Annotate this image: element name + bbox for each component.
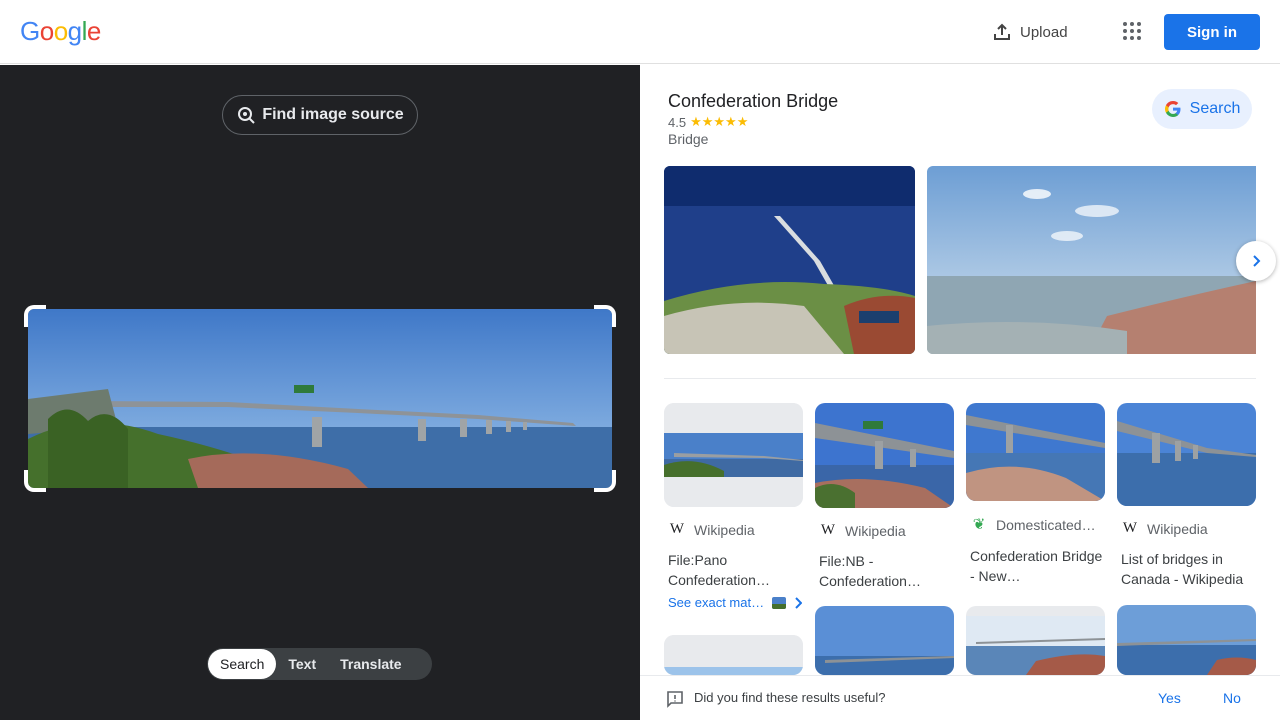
result-title[interactable]: File:NB - Confederation… <box>815 551 954 591</box>
upload-button[interactable]: Upload <box>992 18 1068 46</box>
result-source: W Wikipedia <box>664 521 803 538</box>
entity-rating: 4.5 ★★★★★ <box>668 114 748 130</box>
leaf-icon: ❦ <box>972 517 986 533</box>
mode-translate-tab[interactable]: Translate <box>328 649 413 679</box>
feedback-icon <box>667 691 683 708</box>
result-source: ❦ Domesticated… <box>966 515 1105 534</box>
logo-letter: o <box>39 16 54 46</box>
wikipedia-icon: W <box>669 521 685 537</box>
result-title[interactable]: File:Pano Confederation… <box>664 550 803 590</box>
result-source-label: Wikipedia <box>845 522 906 539</box>
see-exact-matches-label: See exact mat… <box>668 595 765 610</box>
feedback-yes-button[interactable]: Yes <box>1158 690 1181 706</box>
next-arrow-icon[interactable] <box>1236 241 1276 281</box>
rating-value: 4.5 <box>668 114 687 130</box>
lens-search-icon <box>238 107 256 124</box>
google-logo[interactable]: Google <box>20 16 101 47</box>
result-card[interactable] <box>966 606 1105 675</box>
crop-handle-bottom-right[interactable] <box>594 470 616 492</box>
crop-handle-top-left[interactable] <box>24 305 46 327</box>
result-title[interactable]: Confederation Bridge - New… <box>966 546 1105 586</box>
top-bar: Google Upload Sign in <box>0 0 1280 64</box>
result-card[interactable]: ❦ Domesticated… Confederation Bridge - N… <box>966 403 1105 586</box>
result-card[interactable] <box>1117 605 1256 675</box>
bridge-panorama-image <box>28 309 612 488</box>
logo-letter: G <box>20 16 40 46</box>
wikipedia-icon: W <box>1122 520 1138 536</box>
result-thumbnail <box>1117 605 1256 675</box>
find-image-source-button[interactable]: Find image source <box>222 95 418 135</box>
mode-text-tab[interactable]: Text <box>276 649 328 679</box>
upload-label: Upload <box>1020 23 1068 41</box>
result-thumbnail <box>664 635 803 675</box>
feedback-bar: Did you find these results useful? Yes N… <box>640 675 1280 720</box>
chevron-right-icon <box>795 596 803 609</box>
result-source: W Wikipedia <box>1117 520 1256 537</box>
google-search-label: Search <box>1189 100 1241 117</box>
result-card[interactable]: W Wikipedia List of bridges in Canada - … <box>1117 403 1256 589</box>
result-source: W Wikipedia <box>815 522 954 539</box>
hero-image-aerial[interactable] <box>664 166 915 354</box>
logo-letter: o <box>53 16 68 46</box>
apps-grid-icon[interactable] <box>1121 20 1143 42</box>
result-thumbnail <box>664 403 803 507</box>
google-g-icon <box>1164 101 1181 117</box>
result-thumbnail <box>815 606 954 675</box>
crop-handle-bottom-left[interactable] <box>24 470 46 492</box>
exact-match-thumbnail <box>772 596 787 609</box>
crop-selection[interactable] <box>24 305 616 492</box>
result-thumbnail <box>815 403 954 508</box>
logo-letter: e <box>86 16 101 46</box>
sign-in-button[interactable]: Sign in <box>1164 14 1260 50</box>
star-rating-icon: ★★★★★ <box>690 114 749 129</box>
entity-type: Bridge <box>668 131 709 147</box>
result-source-label: Wikipedia <box>694 521 755 538</box>
result-thumbnail <box>966 606 1105 675</box>
wikipedia-icon: W <box>820 522 836 538</box>
see-exact-matches-link[interactable]: See exact mat… <box>668 595 803 610</box>
logo-letter: g <box>67 16 82 46</box>
entity-title[interactable]: Confederation Bridge <box>668 91 838 112</box>
google-search-button[interactable]: Search <box>1152 89 1252 129</box>
upload-icon <box>994 23 1010 40</box>
results-panel: Confederation Bridge 4.5 ★★★★★ Bridge Se… <box>640 65 1280 720</box>
result-title[interactable]: List of bridges in Canada - Wikipedia <box>1117 549 1256 589</box>
find-image-source-label: Find image source <box>262 106 404 123</box>
image-preview-panel: Find image source Search Text Translate <box>0 65 640 720</box>
result-card[interactable]: W Wikipedia File:NB - Confederation… <box>815 403 954 591</box>
mode-switcher: Search Text Translate <box>207 648 432 680</box>
section-divider <box>664 378 1256 379</box>
hero-image-beach[interactable] <box>927 166 1256 354</box>
feedback-no-button[interactable]: No <box>1223 690 1241 706</box>
result-card[interactable] <box>664 635 803 675</box>
result-thumbnail <box>1117 403 1256 506</box>
result-card[interactable] <box>815 606 954 675</box>
result-source-label: Wikipedia <box>1147 520 1208 537</box>
result-card[interactable]: W Wikipedia File:Pano Confederation… <box>664 403 803 590</box>
result-source-label: Domesticated… <box>996 516 1096 533</box>
result-thumbnail <box>966 403 1105 501</box>
feedback-question: Did you find these results useful? <box>694 690 886 705</box>
crop-handle-top-right[interactable] <box>594 305 616 327</box>
mode-search-tab[interactable]: Search <box>208 649 277 679</box>
